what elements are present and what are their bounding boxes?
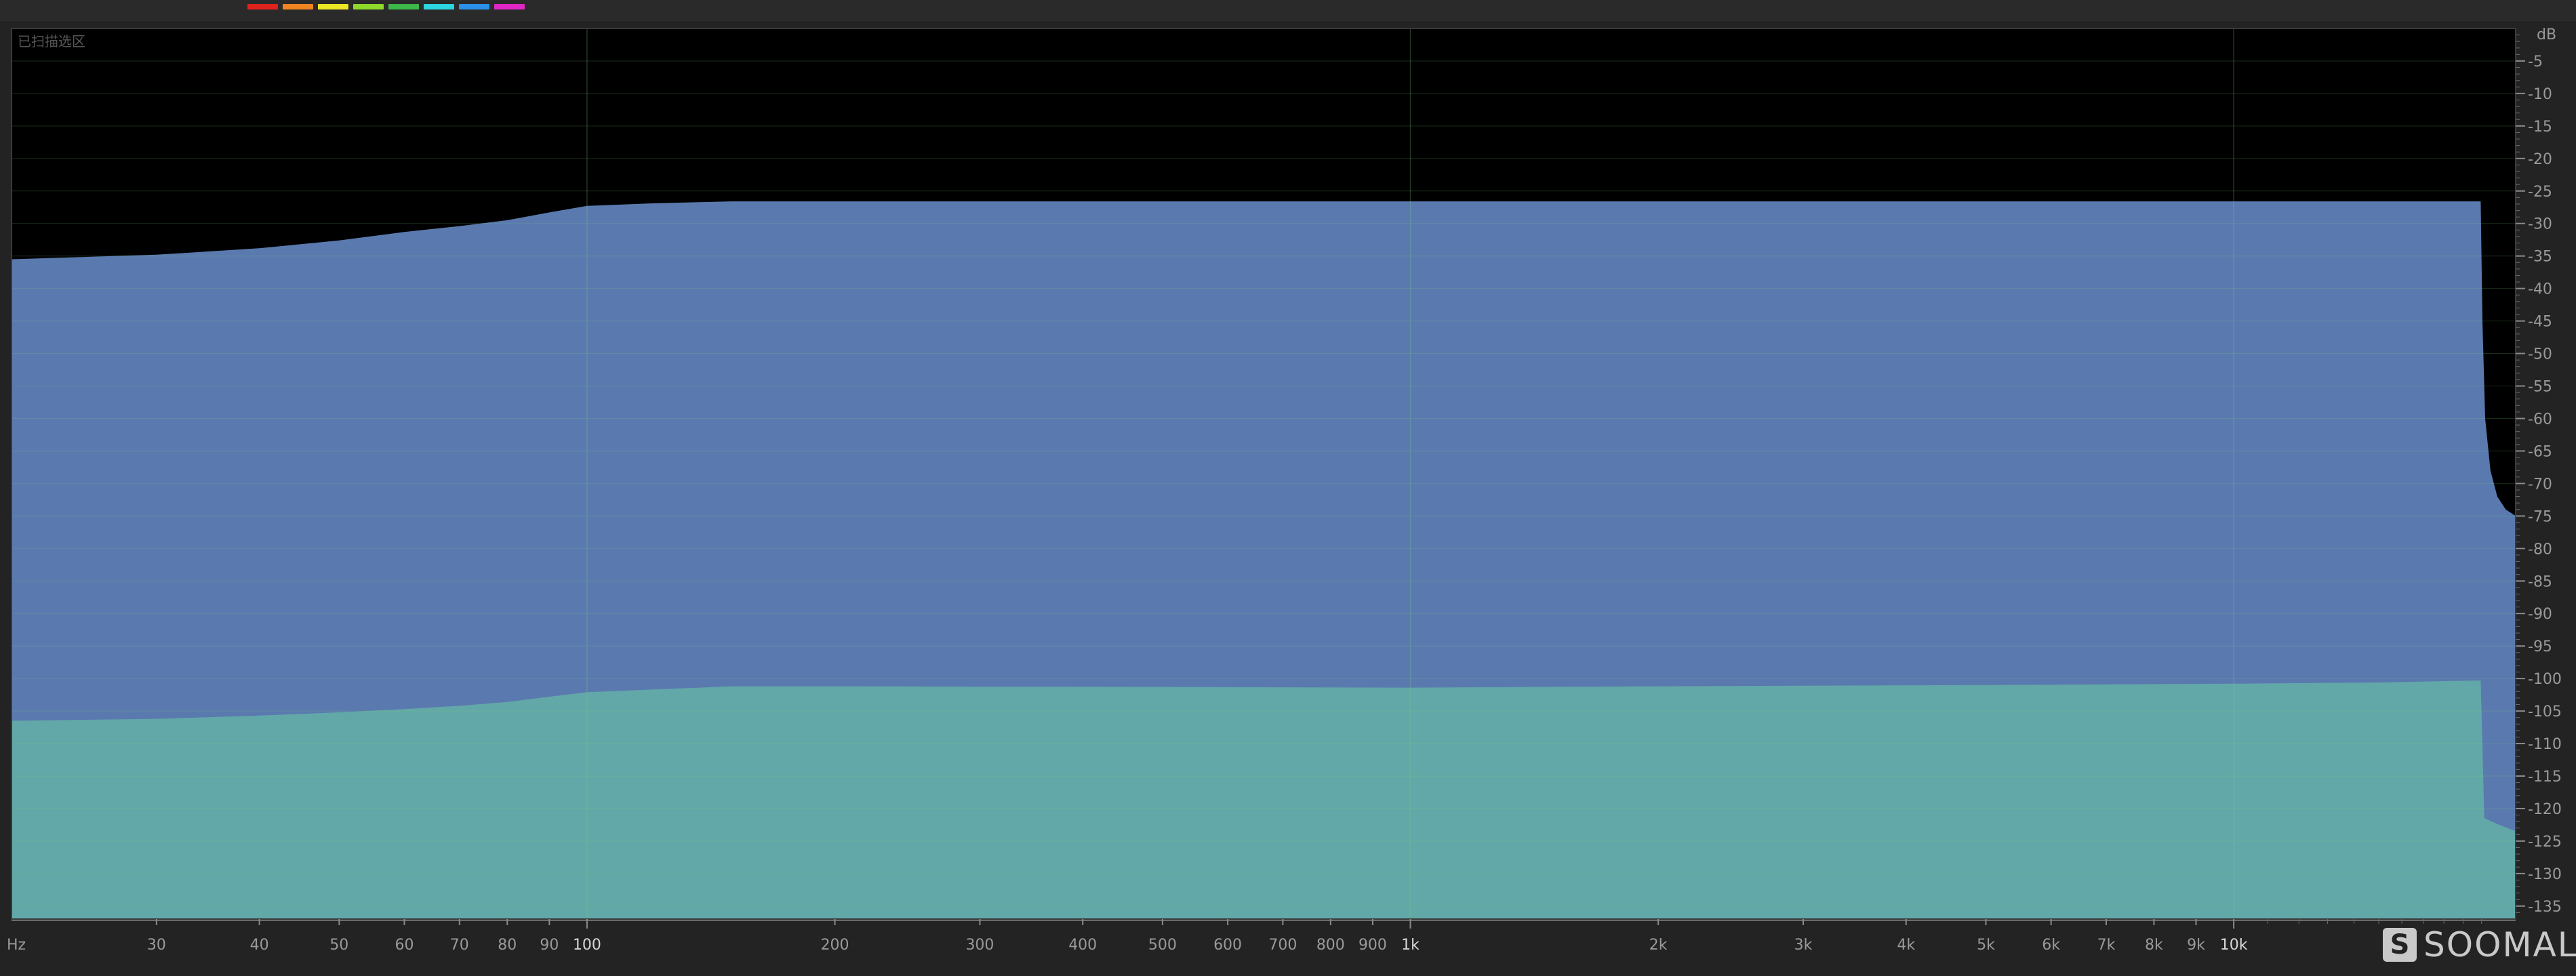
x-tick-label: 2k [1649, 937, 1668, 954]
y-tick-label: -15 [2528, 119, 2552, 136]
y-tick-label: -20 [2528, 151, 2552, 168]
y-tick-label: -90 [2528, 606, 2552, 623]
y-tick-label: -80 [2528, 541, 2552, 558]
y-tick-label: -55 [2528, 379, 2552, 396]
x-tick-label: 10k [2220, 937, 2248, 954]
soomal-logo: S SOOMAL [2383, 924, 2576, 965]
y-tick-label: -10 [2528, 86, 2552, 103]
spectrum-chart: 已扫描选区 -5 -10 -15 -20 -25 -30 -35 -40 -45 -50 -55 -6… [7, 26, 2562, 954]
y-tick-label: -30 [2528, 216, 2552, 233]
x-tick-label: 3k [1794, 937, 1813, 954]
x-tick-label: 900 [1359, 937, 1387, 954]
chart-annotation: 已扫描选区 [18, 33, 85, 49]
y-tick-label: -125 [2528, 834, 2562, 851]
x-tick-label: 700 [1268, 937, 1297, 954]
y-tick-label: -40 [2528, 281, 2552, 298]
y-tick-label: -70 [2528, 476, 2552, 493]
y-tick-label: -85 [2528, 573, 2552, 590]
x-tick-label: 1k [1401, 937, 1420, 954]
y-tick-label: -60 [2528, 411, 2552, 428]
series-area-1 [12, 680, 2516, 919]
x-tick-label: 600 [1213, 937, 1242, 954]
y-tick-label: -110 [2528, 736, 2562, 753]
y-tick-label: -5 [2528, 54, 2543, 70]
y-tick-label: -50 [2528, 346, 2552, 363]
y-tick-label: -115 [2528, 769, 2562, 786]
y-tick-label: -35 [2528, 249, 2552, 266]
y-tick-label: -100 [2528, 671, 2562, 688]
x-axis: 30 40 50 60 70 80 90 100 200 300 400 500 600 700 800 90… [12, 919, 2516, 954]
y-tick-label: -105 [2528, 704, 2562, 720]
y-tick-label: -95 [2528, 638, 2552, 655]
series-fills [12, 201, 2516, 920]
x-tick-label: 4k [1897, 937, 1915, 954]
x-tick-label: 8k [2145, 937, 2163, 954]
y-tick-label: -120 [2528, 801, 2562, 818]
x-tick-label: 90 [540, 937, 559, 954]
x-tick-label: 800 [1316, 937, 1345, 954]
y-tick-label: -130 [2528, 866, 2562, 883]
x-tick-label: 60 [395, 937, 414, 954]
y-unit-label: dB [2537, 26, 2556, 43]
y-tick-label: -25 [2528, 184, 2552, 201]
x-tick-label: 6k [2042, 937, 2060, 954]
y-tick-label: -45 [2528, 314, 2552, 331]
y-tick-label: -75 [2528, 508, 2552, 525]
y-axis: -5 -10 -15 -20 -25 -30 -35 -40 -45 -50 -55 -60 -65 -7… [2516, 35, 2562, 916]
x-tick-label: 5k [1977, 937, 1995, 954]
x-tick-label: 9k [2187, 937, 2205, 954]
x-tick-label: 300 [965, 937, 994, 954]
logo-text: SOOMAL [2423, 925, 2576, 964]
x-tick-label: 40 [250, 937, 269, 954]
x-tick-label: 7k [2097, 937, 2116, 954]
x-tick-label: 50 [329, 937, 348, 954]
x-tick-label: 500 [1148, 937, 1177, 954]
x-tick-label: 100 [573, 937, 601, 954]
soomal-logo-icon: S [2383, 928, 2417, 962]
x-tick-label: 400 [1068, 937, 1097, 954]
x-tick-label: 70 [450, 937, 469, 954]
x-tick-label: 30 [147, 937, 166, 954]
y-tick-label: -65 [2528, 443, 2552, 460]
y-tick-label: -135 [2528, 899, 2562, 916]
x-unit-label: Hz [7, 937, 26, 954]
x-tick-label: 80 [498, 937, 517, 954]
x-tick-label: 200 [821, 937, 849, 954]
